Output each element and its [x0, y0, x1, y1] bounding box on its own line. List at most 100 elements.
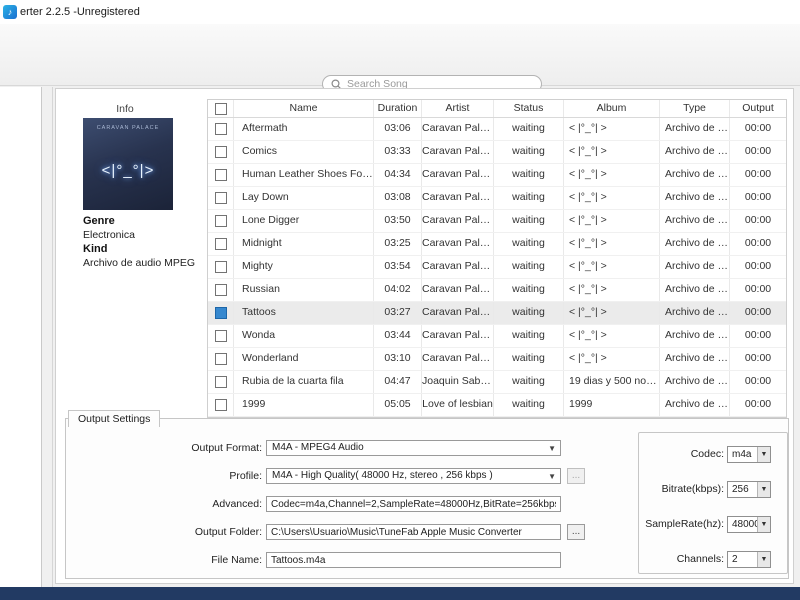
row-checkbox[interactable] [214, 215, 227, 227]
chevron-down-icon: ▼ [548, 444, 556, 453]
profile-select[interactable]: M4A - High Quality( 48000 Hz, stereo , 2… [266, 468, 561, 484]
table-row[interactable]: Russian 04:02 Caravan Palace waiting < |°_°|… [208, 279, 786, 302]
row-checkbox[interactable] [214, 376, 227, 388]
table-row[interactable]: Wonderland 03:10 Caravan Palace waiting < |°… [208, 348, 786, 371]
cell-status: waiting [494, 187, 564, 209]
cell-output: 00:00 [744, 306, 772, 318]
row-checkbox[interactable] [214, 330, 227, 342]
table-row[interactable]: Tattoos 03:27 Caravan Palace waiting < |°_°|… [208, 302, 786, 325]
table-row[interactable]: Midnight 03:25 Caravan Palace waiting < |°_°… [208, 233, 786, 256]
cell-name: Wonda [234, 325, 374, 347]
cell-status: waiting [494, 279, 564, 301]
cell-album: < |°_°| > [564, 118, 660, 140]
row-checkbox-cell [208, 348, 234, 370]
cell-type: Archivo de au... [660, 256, 730, 278]
cell-type: Archivo de au... [660, 233, 730, 255]
column-header-artist[interactable]: Artist [422, 100, 494, 117]
row-checkbox-cell [208, 210, 234, 232]
cell-name: Tattoos [234, 302, 374, 324]
cell-status: waiting [494, 394, 564, 416]
table-row[interactable]: Wonda 03:44 Caravan Palace waiting < |°_°| >… [208, 325, 786, 348]
row-checkbox[interactable] [214, 284, 227, 296]
table-row[interactable]: Human Leather Shoes For Crocodi...04:34C… [208, 164, 786, 187]
row-checkbox[interactable] [214, 261, 227, 273]
cell-album: < |°_°| > [564, 164, 660, 186]
column-header-type[interactable]: Type [660, 100, 730, 117]
file-name-field[interactable] [266, 552, 561, 568]
cell-artist: Love of lesbian [422, 394, 494, 416]
output-folder-browse-button[interactable]: ... [567, 524, 585, 540]
output-settings-tab[interactable]: Output Settings [68, 410, 161, 427]
title-bar: ♪ erter 2.2.5 -Unregistered [0, 0, 800, 24]
cell-name: Mighty [234, 256, 374, 278]
output-folder-field[interactable] [266, 524, 561, 540]
codec-select[interactable]: m4a ▼ [727, 446, 771, 463]
table-row[interactable]: Comics 03:33 Caravan Palace waiting < |°_°| … [208, 141, 786, 164]
row-checkbox[interactable] [214, 307, 227, 319]
row-checkbox-cell [208, 279, 234, 301]
row-checkbox[interactable] [214, 238, 227, 250]
cell-artist: Caravan Palace [422, 279, 494, 301]
cell-type: Archivo de au... [660, 210, 730, 232]
row-checkbox[interactable] [214, 146, 227, 158]
row-checkbox[interactable] [214, 353, 227, 365]
row-checkbox[interactable] [214, 169, 227, 181]
row-checkbox-cell [208, 302, 234, 324]
cell-album: < |°_°| > [564, 325, 660, 347]
row-checkbox[interactable] [214, 399, 227, 411]
select-all-checkbox[interactable] [214, 102, 227, 115]
column-header-output[interactable]: Output [730, 100, 786, 117]
cell-status: waiting [494, 371, 564, 393]
bitrate-value: 256 [732, 484, 749, 495]
cell-type: Archivo de au... [660, 187, 730, 209]
bitrate-select[interactable]: 256 ▼ [727, 481, 771, 498]
cell-duration: 03:44 [374, 325, 422, 347]
table-row[interactable]: 1999 05:05 Love of lesbian waiting 1999 Archi… [208, 394, 786, 417]
status-bar [0, 587, 800, 600]
kind-value: Archivo de audio MPEG [83, 257, 196, 269]
cell-artist: Joaquin Sabina [422, 371, 494, 393]
cell-name: Midnight [234, 233, 374, 255]
cell-album: < |°_°| > [564, 348, 660, 370]
table-row[interactable]: Aftermath 03:06 Caravan Palace waiting < |°_… [208, 118, 786, 141]
cell-duration: 03:54 [374, 256, 422, 278]
table-row[interactable]: Rubia de la cuarta fila 04:47 Joaquin Sabi… [208, 371, 786, 394]
cell-name: Lay Down [234, 187, 374, 209]
cell-status: waiting [494, 256, 564, 278]
cell-type: Archivo de au... [660, 164, 730, 186]
cell-name: Wonderland [234, 348, 374, 370]
kind-label: Kind [83, 243, 108, 255]
cell-output: 00:00 [744, 191, 772, 203]
row-checkbox[interactable] [214, 123, 227, 135]
row-checkbox-cell [208, 141, 234, 163]
column-header-status[interactable]: Status [494, 100, 564, 117]
cell-duration: 04:02 [374, 279, 422, 301]
output-format-select[interactable]: M4A - MPEG4 Audio ▼ [266, 440, 561, 456]
channels-select[interactable]: 2 ▼ [727, 551, 771, 568]
table-row[interactable]: Lay Down 03:08 Caravan Palace waiting < |°_°… [208, 187, 786, 210]
column-header-album[interactable]: Album [564, 100, 660, 117]
column-header-name[interactable]: Name [234, 100, 374, 117]
cell-album: < |°_°| > [564, 302, 660, 324]
cell-album: 1999 [564, 394, 660, 416]
cell-artist: Caravan Palace [422, 233, 494, 255]
cell-status: waiting [494, 118, 564, 140]
cell-output: 00:00 [744, 398, 772, 410]
advanced-field[interactable] [266, 496, 561, 512]
cell-artist: Caravan Palace [422, 187, 494, 209]
output-format-label: Output Format: [191, 442, 262, 454]
chevron-down-icon: ▼ [757, 552, 770, 567]
cell-name: Lone Digger [234, 210, 374, 232]
cell-status: waiting [494, 302, 564, 324]
cell-duration: 03:50 [374, 210, 422, 232]
profile-browse-button[interactable]: ... [567, 468, 585, 484]
chevron-down-icon: ▼ [548, 472, 556, 481]
cell-name: Human Leather Shoes For Crocodi... [234, 164, 374, 186]
table-row[interactable]: Lone Digger 03:50 Caravan Palace waiting < |… [208, 210, 786, 233]
column-header-duration[interactable]: Duration [374, 100, 422, 117]
cell-type: Archivo de au... [660, 279, 730, 301]
row-checkbox[interactable] [214, 192, 227, 204]
table-row[interactable]: Mighty 03:54 Caravan Palace waiting < |°_°| … [208, 256, 786, 279]
cell-output: 00:00 [744, 283, 772, 295]
samplerate-select[interactable]: 48000 ▼ [727, 516, 771, 533]
